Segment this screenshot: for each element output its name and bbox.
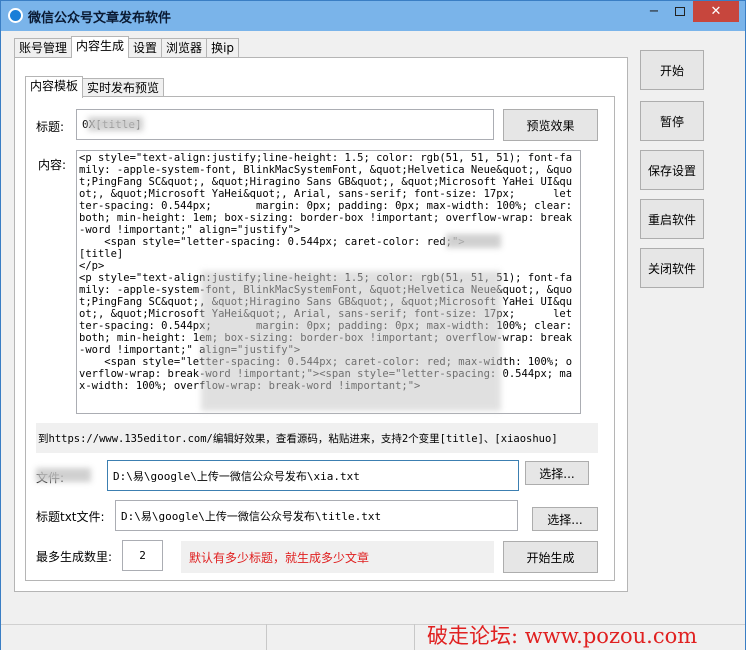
redacted-region	[446, 234, 501, 248]
status-divider	[266, 624, 267, 650]
max-count-label: 最多生成数里:	[36, 550, 113, 564]
minimize-button[interactable]: −	[641, 1, 667, 22]
window-title: 微信公众号文章发布软件	[28, 11, 172, 26]
title-label: 标题:	[36, 120, 65, 134]
restart-button[interactable]: 重启软件	[640, 199, 704, 239]
close-button[interactable]: ✕	[693, 1, 739, 22]
title-file-input[interactable]: D:\易\google\上传一微信公众号发布\title.txt	[115, 500, 518, 531]
maximize-icon	[675, 7, 685, 16]
status-divider	[414, 624, 415, 650]
close-app-button[interactable]: 关闭软件	[640, 248, 704, 288]
inner-tabs: 内容模板 实时发布预览	[25, 76, 165, 98]
app-icon	[8, 8, 23, 23]
maximize-button[interactable]	[667, 1, 693, 22]
title-bar: 微信公众号文章发布软件 − ✕	[1, 1, 745, 31]
preview-button[interactable]: 预览效果	[503, 109, 598, 141]
tab-live-preview[interactable]: 实时发布预览	[82, 78, 165, 98]
watermark-text: 破走论坛: www.pozou.com	[427, 624, 698, 648]
title-file-label: 标题txt文件:	[36, 510, 105, 524]
max-count-input[interactable]: 2	[122, 540, 163, 571]
redacted-region	[88, 117, 143, 131]
note-text: 默认有多少标题，就生成多少文章	[181, 541, 494, 573]
redacted-region	[36, 468, 91, 482]
pause-button[interactable]: 暂停	[640, 101, 704, 141]
select-title-file-button[interactable]: 选择...	[532, 507, 598, 531]
generate-button[interactable]: 开始生成	[503, 541, 598, 573]
tab-template[interactable]: 内容模板	[25, 76, 84, 98]
tab-browser[interactable]: 浏览器	[161, 38, 208, 58]
xiaoshuo-file-input[interactable]: D:\易\google\上传一微信公众号发布\xia.txt	[107, 460, 519, 491]
tab-change-ip[interactable]: 换ip	[206, 38, 240, 58]
tab-content[interactable]: 内容生成	[71, 36, 130, 58]
tab-settings[interactable]: 设置	[128, 38, 163, 58]
app-window: 微信公众号文章发布软件 − ✕ 账号管理 内容生成 设置 浏览器 换ip 内容模…	[0, 0, 746, 650]
content-label: 内容:	[38, 158, 67, 172]
start-button[interactable]: 开始	[640, 50, 704, 90]
tab-account[interactable]: 账号管理	[14, 38, 73, 58]
redacted-region	[201, 271, 501, 411]
hint-text: 到https://www.135editor.com/编辑好效果，查看源码，粘贴…	[36, 423, 598, 453]
save-settings-button[interactable]: 保存设置	[640, 150, 704, 190]
main-tabs: 账号管理 内容生成 设置 浏览器 换ip	[14, 36, 240, 58]
select-xiaoshuo-button[interactable]: 选择...	[525, 461, 589, 485]
